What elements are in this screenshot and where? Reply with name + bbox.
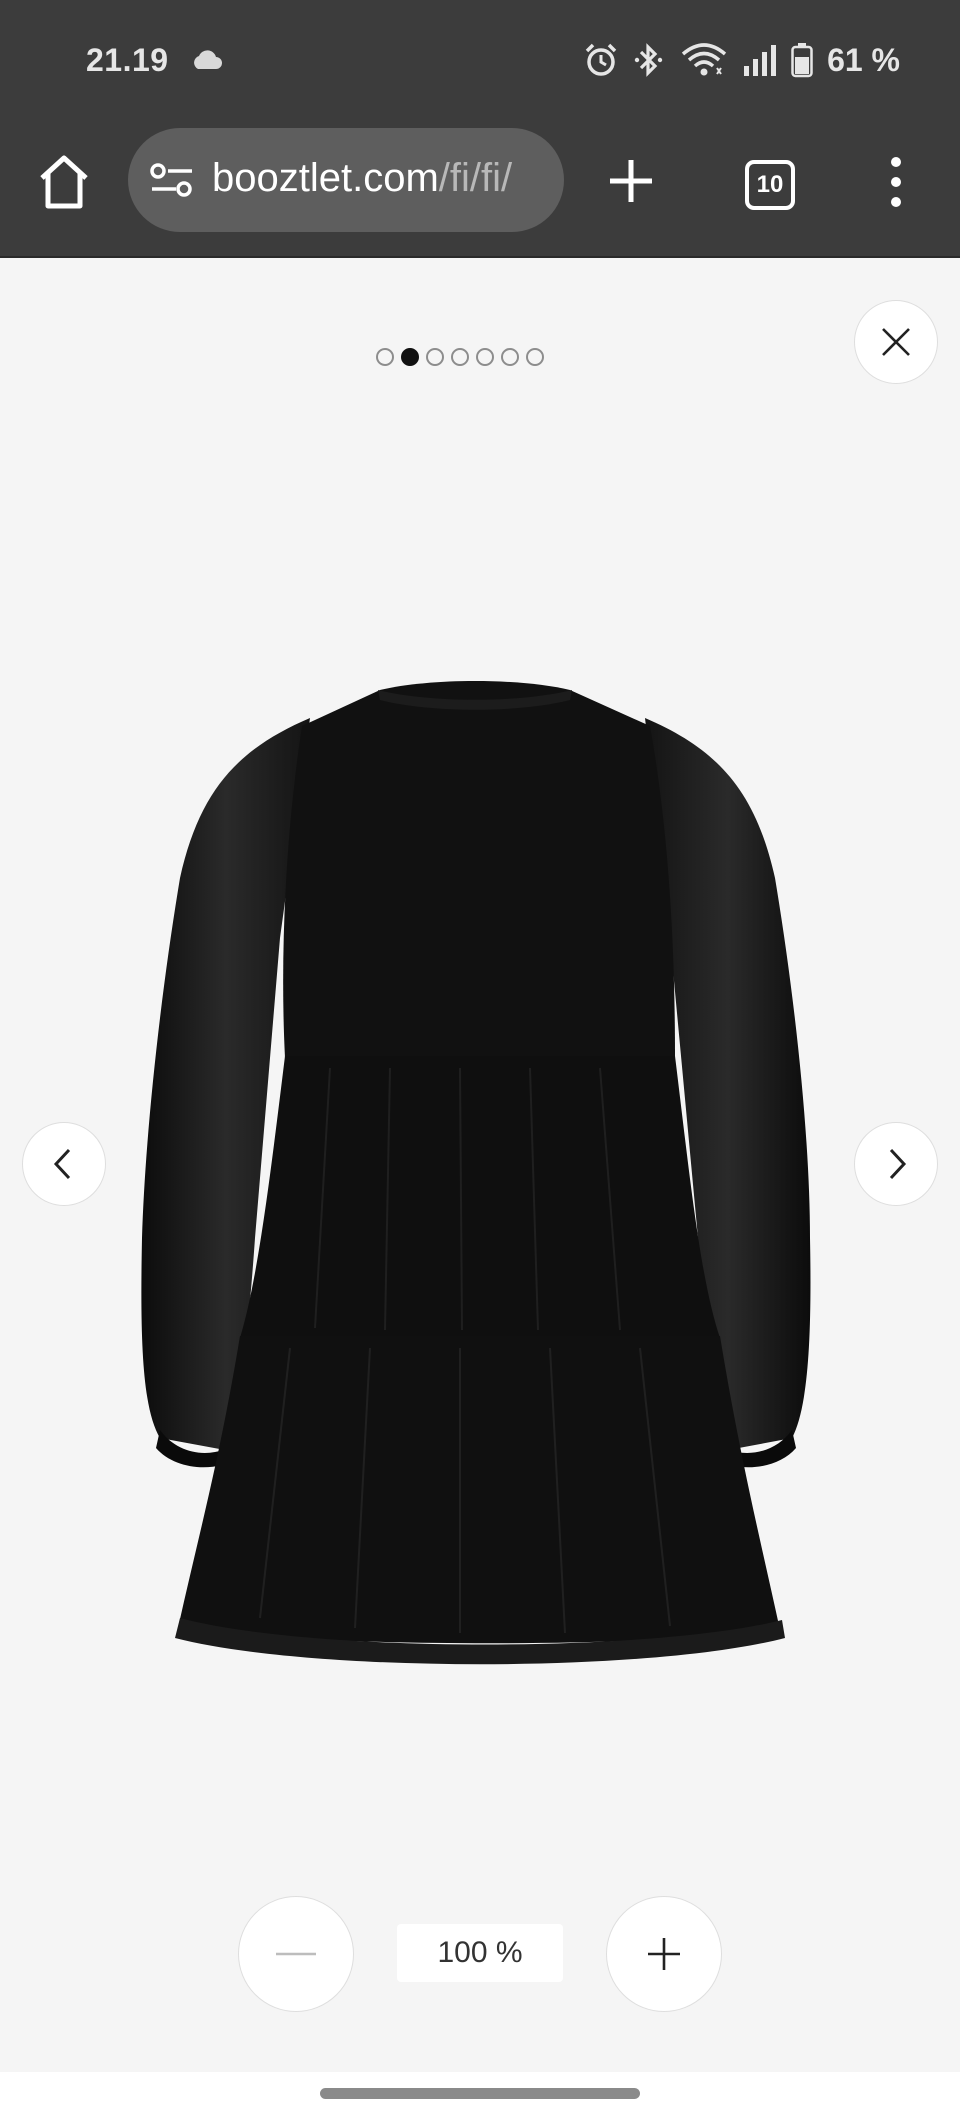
chevron-right-icon	[889, 1148, 907, 1180]
home-icon[interactable]	[36, 152, 92, 212]
pagination-dot-7[interactable]	[526, 348, 544, 366]
address-bar[interactable]: booztlet.com/fi/fi/	[128, 128, 564, 232]
browser-toolbar: booztlet.com/fi/fi/ 10	[0, 124, 960, 258]
site-settings-icon[interactable]	[150, 162, 194, 198]
chevron-left-icon	[53, 1148, 71, 1180]
plus-icon	[648, 1938, 680, 1970]
tab-switcher-button[interactable]: 10	[745, 160, 795, 210]
url-text[interactable]: booztlet.com/fi/fi/	[212, 156, 512, 201]
wifi-icon	[681, 43, 727, 76]
zoom-in-button[interactable]	[606, 1896, 722, 2012]
close-viewer-button[interactable]	[854, 300, 938, 384]
alarm-icon	[585, 43, 617, 76]
next-image-button[interactable]	[854, 1122, 938, 1206]
zoom-out-button[interactable]	[238, 1896, 354, 2012]
signal-icon	[744, 45, 777, 76]
image-pagination-dots	[376, 348, 544, 366]
gesture-handle[interactable]	[320, 2088, 640, 2099]
zoom-level-display: 100 %	[397, 1924, 563, 1982]
battery-percentage: 61 %	[827, 41, 900, 78]
cloud-icon	[194, 50, 222, 69]
pagination-dot-4[interactable]	[451, 348, 469, 366]
system-navigation-bar	[0, 2072, 960, 2114]
previous-image-button[interactable]	[22, 1122, 106, 1206]
pagination-dot-6[interactable]	[501, 348, 519, 366]
image-viewer: 100 %	[0, 258, 960, 2072]
url-host: booztlet.com	[212, 156, 439, 200]
close-icon	[882, 328, 910, 356]
pagination-dot-2[interactable]	[401, 348, 419, 366]
minus-icon	[276, 1952, 316, 1956]
pagination-dot-5[interactable]	[476, 348, 494, 366]
pagination-dot-3[interactable]	[426, 348, 444, 366]
battery-icon	[791, 43, 813, 78]
status-icons: 61 %	[583, 38, 900, 82]
new-tab-plus-icon[interactable]	[606, 156, 656, 206]
status-bar: 21.19 61 %	[0, 0, 960, 124]
product-image-dress	[141, 681, 811, 1665]
pagination-dot-1[interactable]	[376, 348, 394, 366]
bluetooth-icon	[634, 43, 663, 77]
more-menu-icon[interactable]	[884, 154, 908, 210]
status-time: 21.19	[86, 42, 169, 78]
url-path: /fi/fi/	[438, 156, 513, 200]
